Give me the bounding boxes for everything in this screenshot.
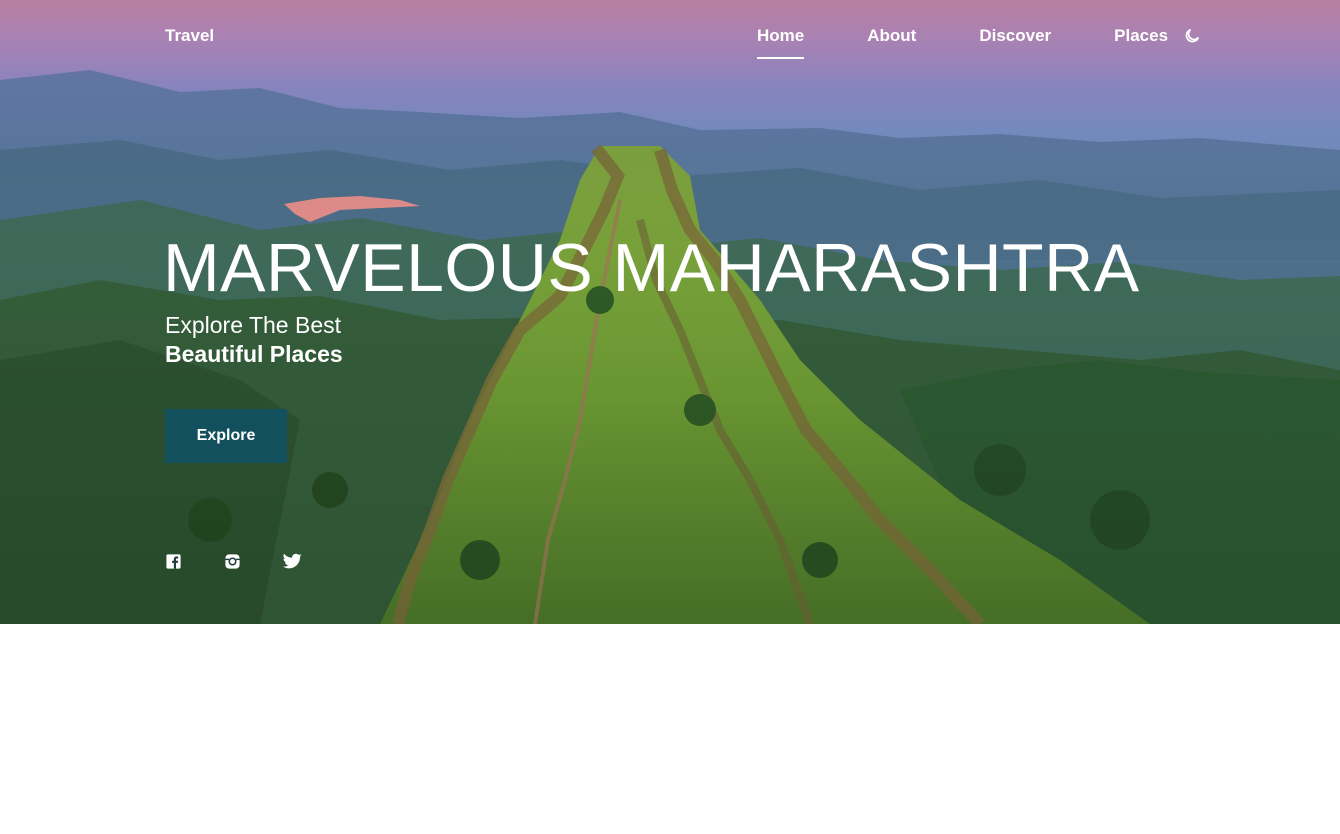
- instagram-icon[interactable]: [224, 553, 241, 570]
- hero-subtitle-text: Explore The Best: [165, 312, 342, 338]
- twitter-icon[interactable]: [283, 553, 302, 570]
- nav-link-places[interactable]: Places: [1114, 26, 1168, 46]
- facebook-icon[interactable]: [165, 553, 182, 570]
- nav-link-home[interactable]: Home: [757, 26, 805, 59]
- nav-link-discover[interactable]: Discover: [979, 26, 1051, 46]
- moon-icon[interactable]: [1183, 27, 1201, 45]
- hero-title: MARVELOUS MAHARASHTRA: [163, 230, 1140, 306]
- nav-menu: Home About Discover Places: [757, 26, 1201, 59]
- hero-section: Travel Home About Discover Places MARVEL…: [0, 0, 1340, 624]
- hero-subtitle: Explore The Best Beautiful Places: [165, 311, 355, 369]
- brand-logo-link[interactable]: Travel: [165, 26, 214, 46]
- content-area: [0, 624, 1340, 834]
- hero-subtitle-bold: Beautiful Places: [165, 341, 343, 367]
- nav-link-about[interactable]: About: [867, 26, 916, 46]
- social-links: [165, 553, 302, 570]
- explore-button[interactable]: Explore: [165, 409, 287, 463]
- top-navbar: Travel Home About Discover Places: [0, 0, 1340, 72]
